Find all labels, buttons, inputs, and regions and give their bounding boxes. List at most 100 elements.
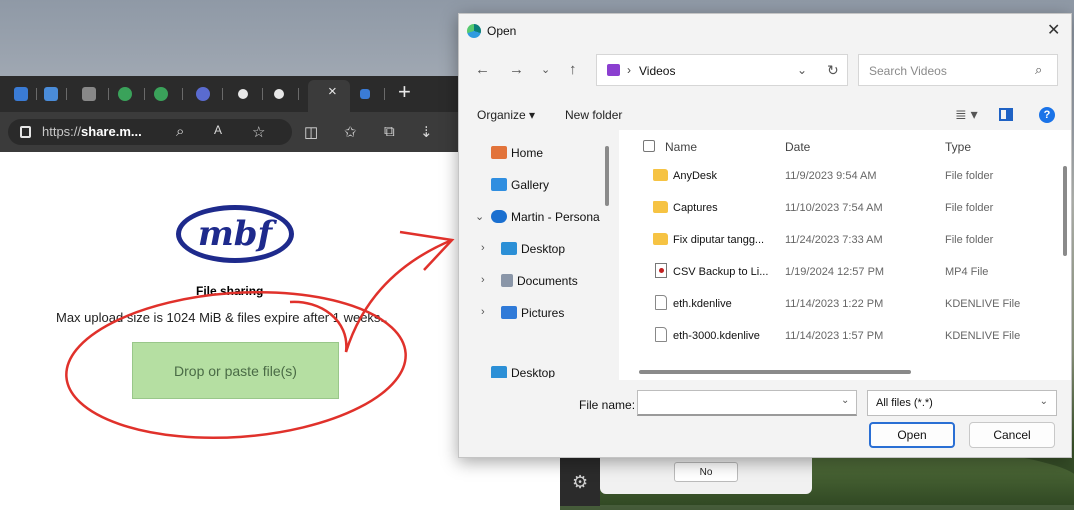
preview-pane-icon[interactable] bbox=[999, 108, 1013, 121]
logo-text: mbf bbox=[197, 214, 273, 254]
favorites-icon[interactable]: ✩ bbox=[344, 123, 357, 141]
sidebar-strip: ⚙ bbox=[560, 456, 600, 506]
file-row[interactable]: CSV Backup to Li... 1/19/2024 12:57 PM M… bbox=[619, 256, 1059, 288]
tab-favicon[interactable] bbox=[274, 89, 284, 99]
view-options-icon[interactable]: ≣ ▾ bbox=[955, 106, 978, 123]
expand-chevron-icon[interactable]: › bbox=[481, 274, 485, 286]
zoom-icon[interactable]: ⌕ bbox=[176, 123, 184, 140]
nav-item-desktop[interactable]: Desktop bbox=[501, 242, 565, 256]
lock-icon[interactable] bbox=[20, 126, 31, 138]
file-row[interactable]: AnyDesk 11/9/2023 9:54 AM File folder bbox=[619, 160, 1059, 192]
read-aloud-icon[interactable]: A bbox=[214, 123, 222, 137]
tab-favicon[interactable] bbox=[118, 87, 132, 101]
tab-separator bbox=[108, 88, 109, 100]
nav-item-home[interactable]: Home bbox=[491, 146, 543, 160]
nav-label: Gallery bbox=[511, 178, 550, 192]
address-breadcrumb[interactable]: › Videos ⌄ ↻ bbox=[596, 54, 848, 86]
refresh-icon[interactable]: ↻ bbox=[827, 62, 839, 79]
tab-separator bbox=[384, 88, 385, 100]
drop-files-button[interactable]: Drop or paste file(s) bbox=[132, 342, 339, 399]
pictures-icon bbox=[501, 306, 517, 319]
nav-item-desktop-pinned[interactable]: Desktop bbox=[491, 366, 555, 378]
nav-scrollbar[interactable] bbox=[605, 146, 609, 206]
file-list-scrollbar[interactable] bbox=[1063, 166, 1067, 256]
close-icon[interactable]: ✕ bbox=[1047, 20, 1060, 40]
background-dialog: No bbox=[600, 456, 812, 494]
tab-favicon[interactable] bbox=[360, 89, 370, 99]
nav-label: Desktop bbox=[511, 366, 556, 378]
file-name: eth.kdenlive bbox=[673, 298, 732, 310]
tab-close-icon[interactable]: × bbox=[328, 83, 337, 100]
tab-favicon[interactable] bbox=[44, 87, 58, 101]
file-row[interactable]: Captures 11/10/2023 7:54 AM File folder bbox=[619, 192, 1059, 224]
page-title: File sharing bbox=[196, 284, 264, 298]
search-input[interactable]: Search Videos ⌕ bbox=[858, 54, 1058, 86]
expand-chevron-icon[interactable]: › bbox=[481, 242, 485, 254]
filter-value: All files (*.*) bbox=[876, 397, 933, 409]
new-tab-icon[interactable]: + bbox=[398, 79, 411, 105]
file-date: 11/9/2023 9:54 AM bbox=[785, 170, 877, 182]
favorite-star-icon[interactable]: ☆ bbox=[252, 123, 265, 141]
downloads-icon[interactable]: ⇣ bbox=[420, 123, 433, 141]
tab-favicon[interactable] bbox=[238, 89, 248, 99]
nav-item-pictures[interactable]: Pictures bbox=[501, 306, 564, 320]
nav-item-onedrive[interactable]: Martin - Persona bbox=[491, 210, 603, 224]
file-name: Captures bbox=[673, 202, 718, 214]
breadcrumb-chevron-icon[interactable]: › bbox=[627, 63, 631, 77]
recent-locations-chevron-icon[interactable]: ⌄ bbox=[541, 63, 550, 76]
column-header-type[interactable]: Type bbox=[945, 140, 971, 154]
no-button[interactable]: No bbox=[674, 462, 738, 482]
expand-chevron-icon[interactable]: › bbox=[481, 306, 485, 318]
file-date: 11/14/2023 1:22 PM bbox=[785, 298, 884, 310]
document-icon bbox=[655, 327, 667, 342]
tab-favicon[interactable] bbox=[196, 87, 210, 101]
organize-menu[interactable]: Organize ▾ bbox=[477, 108, 535, 122]
file-name-label: File name: bbox=[579, 398, 636, 412]
open-file-dialog: Open ✕ ← → ⌄ ↑ › Videos ⌄ ↻ Search Video… bbox=[458, 13, 1072, 458]
horizontal-scrollbar[interactable] bbox=[639, 370, 911, 374]
file-name: eth-3000.kdenlive bbox=[673, 330, 760, 342]
help-icon[interactable]: ? bbox=[1039, 107, 1055, 123]
search-placeholder: Search Videos bbox=[869, 64, 947, 78]
file-name-input[interactable] bbox=[637, 390, 857, 416]
tab-favicon[interactable] bbox=[14, 87, 28, 101]
search-icon[interactable]: ⌕ bbox=[1035, 62, 1042, 78]
nav-label: Pictures bbox=[521, 306, 565, 320]
desktop-icon bbox=[491, 366, 507, 378]
split-screen-icon[interactable]: ◫ bbox=[304, 123, 318, 141]
home-icon bbox=[491, 146, 507, 159]
tab-favicon[interactable] bbox=[82, 87, 96, 101]
select-all-checkbox[interactable] bbox=[643, 140, 655, 152]
file-row[interactable]: Fix diputar tangg... 11/24/2023 7:33 AM … bbox=[619, 224, 1059, 256]
document-icon bbox=[655, 295, 667, 310]
cancel-button[interactable]: Cancel bbox=[969, 422, 1055, 448]
forward-arrow-icon[interactable]: → bbox=[509, 61, 524, 78]
file-date: 11/24/2023 7:33 AM bbox=[785, 234, 883, 246]
file-date: 11/10/2023 7:54 AM bbox=[785, 202, 883, 214]
expand-chevron-icon[interactable]: ⌄ bbox=[475, 210, 484, 223]
nav-item-gallery[interactable]: Gallery bbox=[491, 178, 549, 192]
dialog-footer: File name: ⌄ All files (*.*) ⌄ Open Canc… bbox=[459, 386, 1071, 458]
file-type: MP4 File bbox=[945, 266, 989, 278]
open-button[interactable]: Open bbox=[869, 422, 955, 448]
new-folder-button[interactable]: New folder bbox=[565, 108, 622, 122]
tab-favicon[interactable] bbox=[154, 87, 168, 101]
back-arrow-icon[interactable]: ← bbox=[475, 61, 490, 78]
breadcrumb-videos[interactable]: Videos bbox=[639, 64, 675, 78]
folder-icon bbox=[653, 169, 668, 181]
column-header-name[interactable]: Name bbox=[665, 140, 697, 154]
file-type-filter[interactable]: All files (*.*) ⌄ bbox=[867, 390, 1057, 416]
file-name-dropdown-icon[interactable]: ⌄ bbox=[841, 395, 849, 406]
settings-gear-icon[interactable]: ⚙ bbox=[572, 472, 588, 493]
collections-icon[interactable]: ⧉ bbox=[384, 123, 395, 140]
column-header-date[interactable]: Date bbox=[785, 140, 810, 154]
dialog-titlebar: Open ✕ bbox=[459, 14, 1071, 46]
up-arrow-icon[interactable]: ↑ bbox=[569, 61, 577, 78]
file-name: CSV Backup to Li... bbox=[673, 266, 769, 278]
address-dropdown-icon[interactable]: ⌄ bbox=[797, 63, 807, 77]
file-row[interactable]: eth.kdenlive 11/14/2023 1:22 PM KDENLIVE… bbox=[619, 288, 1059, 320]
file-row[interactable]: eth-3000.kdenlive 11/14/2023 1:57 PM KDE… bbox=[619, 320, 1059, 352]
nav-item-documents[interactable]: Documents bbox=[501, 274, 578, 288]
url-text[interactable]: https://share.m... bbox=[42, 124, 142, 139]
gallery-icon bbox=[491, 178, 507, 191]
